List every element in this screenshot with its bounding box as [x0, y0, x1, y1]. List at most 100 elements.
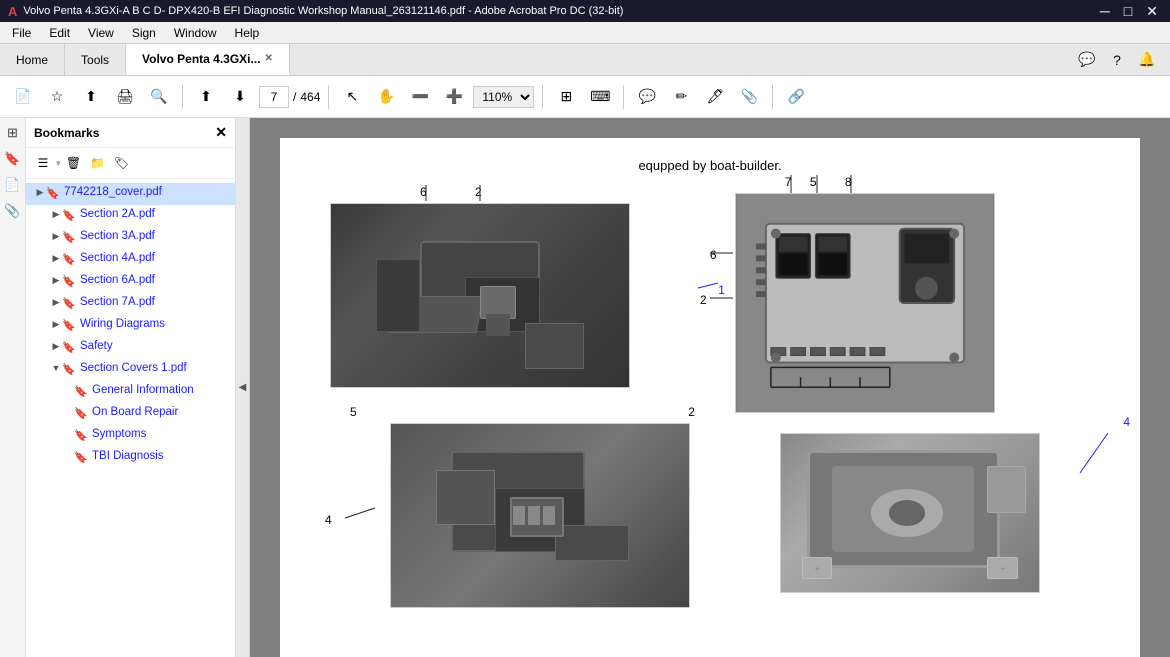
bm-chevron-section-covers: ▼ [50, 363, 62, 373]
bookmarks-close-btn[interactable]: ✕ [215, 124, 227, 141]
left-panel: ⊞ 🔖 📄 📎 [0, 118, 26, 657]
left-diagrams: 6 2 [310, 183, 705, 608]
toolbar-divider-5 [772, 85, 773, 109]
bm-label-section-covers: Section Covers 1.pdf [80, 361, 187, 376]
bottom-diagram-wrapper: 5 2 [360, 423, 705, 608]
zoom-selector[interactable]: 110% 75% 100% 125% 150% [473, 86, 534, 108]
menu-help[interactable]: Help [227, 24, 268, 42]
bm-icon-cover: 🔖 [46, 187, 60, 200]
next-page-btn[interactable]: ⬇ [225, 83, 255, 111]
left-icon-attach[interactable]: 📎 [2, 200, 24, 222]
select-tool-btn[interactable]: ↖ [337, 83, 367, 111]
bm-chevron-obr [62, 407, 74, 417]
bm-chevron-symptoms [62, 429, 74, 439]
menu-sign[interactable]: Sign [124, 24, 164, 42]
annotation-6r: 6 [710, 248, 717, 262]
bm-delete-btn[interactable]: 🗑 [63, 152, 85, 174]
bookmark-symptoms[interactable]: 🔖 Symptoms [26, 425, 235, 447]
tab-document[interactable]: Volvo Penta 4.3GXi... ✕ [126, 44, 290, 75]
bookmark-7a[interactable]: ▶ 🔖 Section 7A.pdf [26, 293, 235, 315]
collapse-panel-btn[interactable]: ◀ [236, 118, 250, 657]
attach-btn[interactable]: 📎 [734, 83, 764, 111]
bm-label-tbi: TBI Diagnosis [92, 449, 164, 464]
left-icon-pages[interactable]: 📄 [2, 174, 24, 196]
print-btn[interactable]: 🖨 [110, 83, 140, 111]
title-bar-text: Volvo Penta 4.3GXi-A B C D- DPX420-B EFI… [23, 5, 623, 17]
bookmark-btn[interactable]: ☆ [42, 83, 72, 111]
bm-chevron-7a: ▶ [50, 297, 62, 308]
left-icon-layers[interactable]: ⊞ [2, 122, 24, 144]
hand-tool-btn[interactable]: ✋ [371, 83, 401, 111]
bookmarks-list: ▶ 🔖 7742218_cover.pdf ▶ 🔖 Section 2A.pdf… [26, 179, 235, 657]
bm-label-onboard-repair: On Board Repair [92, 405, 178, 420]
bm-new-btn[interactable]: 📁 [87, 152, 109, 174]
annotation-8: 8 [845, 175, 852, 189]
relay-board-image [735, 193, 995, 413]
help-icon-btn[interactable]: ? [1102, 46, 1132, 74]
bookmark-3a[interactable]: ▶ 🔖 Section 3A.pdf [26, 227, 235, 249]
bm-chevron-cover: ▶ [34, 187, 46, 198]
page-total: 464 [300, 90, 320, 104]
bookmark-2a[interactable]: ▶ 🔖 Section 2A.pdf [26, 205, 235, 227]
toolbar-divider-1 [182, 85, 183, 109]
properties-btn[interactable]: ⊞ [551, 83, 581, 111]
bookmarks-toolbar: ☰ ▾ 🗑 📁 🏷 [26, 148, 235, 179]
right-diagrams: 7 5 8 6 2 [735, 183, 1110, 608]
bookmark-wiring[interactable]: ▶ 🔖 Wiring Diagrams [26, 315, 235, 337]
bm-chevron-4a: ▶ [50, 253, 62, 264]
annotation-4: 4 [325, 513, 332, 527]
bm-label-6a: Section 6A.pdf [80, 273, 155, 288]
stamp-btn[interactable]: 🖊 [700, 83, 730, 111]
tab-home[interactable]: Home [0, 44, 65, 75]
tab-tools[interactable]: Tools [65, 44, 126, 75]
comment-btn[interactable]: 💬 [632, 83, 662, 111]
pdf-area[interactable]: equpped by boat-builder. 6 2 [250, 118, 1170, 657]
maximize-btn[interactable]: □ [1120, 3, 1136, 20]
left-icon-bookmarks[interactable]: 🔖 [2, 148, 24, 170]
menu-window[interactable]: Window [166, 24, 225, 42]
bm-options-btn[interactable]: ☰ [32, 152, 54, 174]
minimize-btn[interactable]: ─ [1096, 3, 1114, 20]
chat-icon-btn[interactable]: 💬 [1072, 46, 1102, 74]
title-bar-controls[interactable]: ─ □ ✕ [1096, 3, 1162, 20]
notification-icon-btn[interactable]: 🔔 [1132, 46, 1162, 74]
bookmark-tbi[interactable]: 🔖 TBI Diagnosis [26, 447, 235, 469]
annotation-5: 5 [350, 405, 357, 419]
bookmark-cover[interactable]: ▶ 🔖 7742218_cover.pdf [26, 183, 235, 205]
bookmark-6a[interactable]: ▶ 🔖 Section 6A.pdf [26, 271, 235, 293]
page-number-input[interactable] [259, 86, 289, 108]
new-file-btn[interactable]: 📄 [8, 83, 38, 111]
bookmark-general-info[interactable]: 🔖 General Information [26, 381, 235, 403]
pdf-page: equpped by boat-builder. 6 2 [280, 138, 1140, 657]
menu-view[interactable]: View [80, 24, 122, 42]
main-layout: ⊞ 🔖 📄 📎 Bookmarks ✕ ☰ ▾ 🗑 📁 🏷 ▶ 🔖 774221… [0, 118, 1170, 657]
engine-image-top [330, 203, 630, 388]
bookmark-safety[interactable]: ▶ 🔖 Safety [26, 337, 235, 359]
prev-page-btn[interactable]: ⬆ [191, 83, 221, 111]
pencil-btn[interactable]: ✏ [666, 83, 696, 111]
typewriter-btn[interactable]: ⌨ [585, 83, 615, 111]
annotation-7: 7 [785, 175, 792, 189]
bm-icon-7a: 🔖 [62, 297, 76, 310]
bm-label-3a: Section 3A.pdf [80, 229, 155, 244]
menu-file[interactable]: File [4, 24, 39, 42]
close-btn[interactable]: ✕ [1142, 3, 1162, 20]
title-bar: A Volvo Penta 4.3GXi-A B C D- DPX420-B E… [0, 0, 1170, 22]
link-btn[interactable]: 🔗 [781, 83, 811, 111]
bookmarks-title: Bookmarks [34, 126, 99, 140]
zoom-out-btn[interactable]: ➖ [405, 83, 435, 111]
tab-close-btn[interactable]: ✕ [265, 53, 273, 64]
tab-document-label: Volvo Penta 4.3GXi... [142, 52, 260, 66]
zoom-out-toolbar-btn[interactable]: 🔍 [144, 83, 174, 111]
zoom-in-btn[interactable]: ➕ [439, 83, 469, 111]
bookmark-4a[interactable]: ▶ 🔖 Section 4A.pdf [26, 249, 235, 271]
upload-btn[interactable]: ⬆ [76, 83, 106, 111]
menu-edit[interactable]: Edit [41, 24, 78, 42]
bookmark-section-covers[interactable]: ▼ 🔖 Section Covers 1.pdf [26, 359, 235, 381]
annotation-2-top: 2 [475, 185, 482, 199]
bookmark-onboard-repair[interactable]: 🔖 On Board Repair [26, 403, 235, 425]
bm-icon-tbi: 🔖 [74, 451, 88, 464]
tab-bar-right: 💬 ? 🔔 [290, 44, 1170, 75]
engine-image-bottom [390, 423, 690, 608]
bm-tag-btn[interactable]: 🏷 [111, 152, 133, 174]
